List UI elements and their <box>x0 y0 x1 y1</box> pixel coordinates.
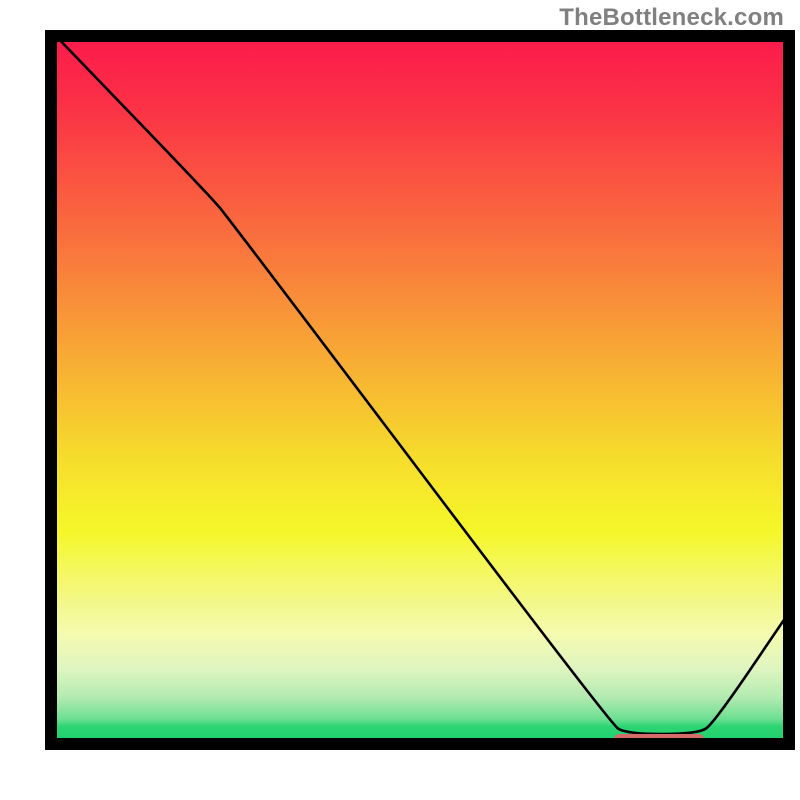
chart-svg <box>0 0 800 800</box>
watermark-text: TheBottleneck.com <box>559 4 784 32</box>
heatmap-fill <box>51 36 789 744</box>
chart-stage: TheBottleneck.com <box>0 0 800 800</box>
